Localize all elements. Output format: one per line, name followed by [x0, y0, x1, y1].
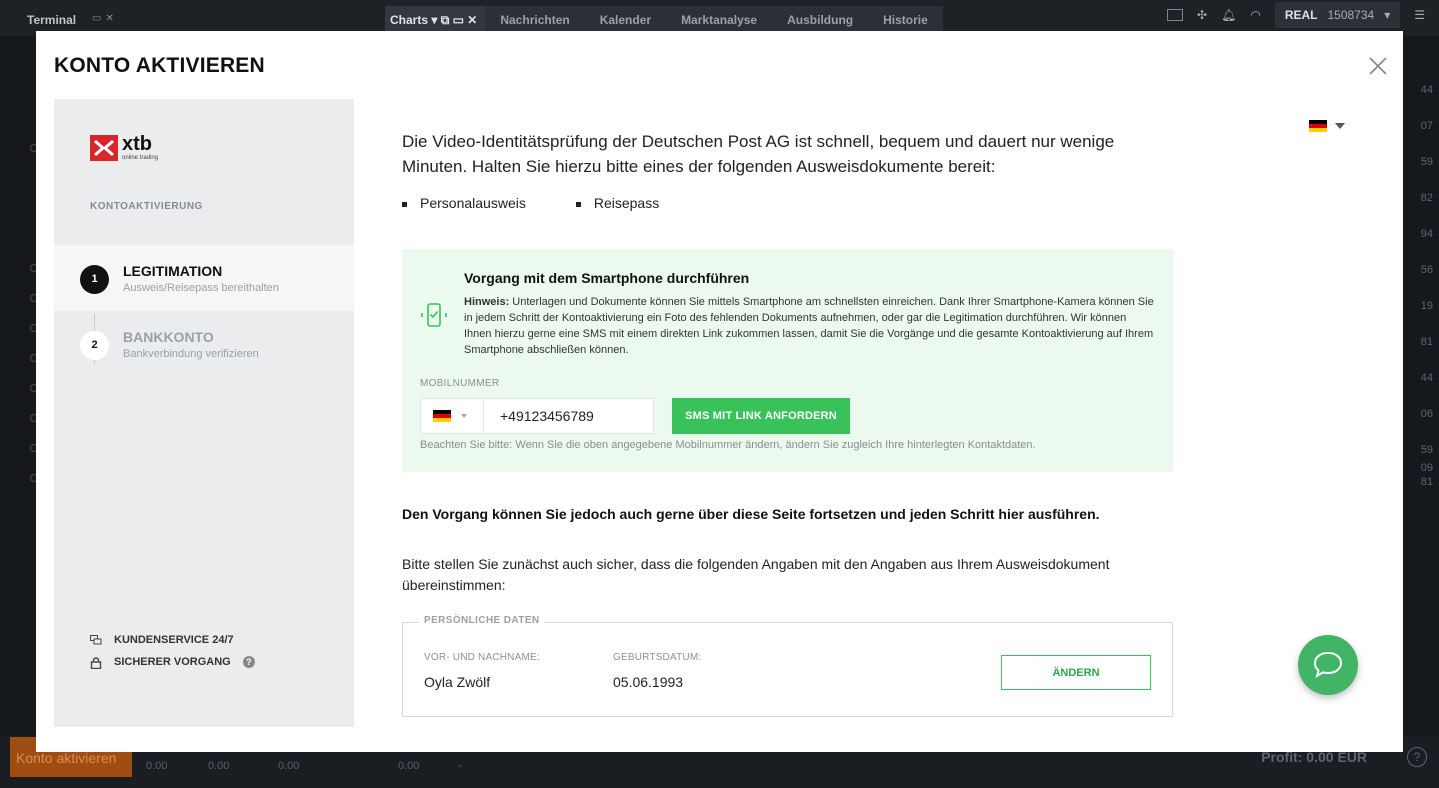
document-list: Personalausweis Reisepass — [402, 195, 659, 211]
continue-text: Den Vorgang können Sie jedoch auch gerne… — [402, 506, 1100, 522]
list-item: Reisepass — [575, 195, 659, 211]
step-subtitle: Bankverbindung verifizieren — [123, 348, 259, 360]
account-type: REAL — [1284, 8, 1318, 22]
step-number: 2 — [80, 331, 109, 360]
modal-title: KONTO AKTIVIEREN — [54, 54, 265, 77]
personal-data-legend: PERSÖNLICHE DATEN — [419, 615, 545, 626]
equity-value: 0.00 — [208, 760, 230, 772]
request-sms-button[interactable]: SMS MIT LINK ANFORDERN — [672, 398, 850, 434]
price-value: 44 — [1420, 84, 1433, 96]
chat-bubbles-icon — [90, 634, 102, 646]
customer-service-label: KUNDENSERVICE 24/7 — [114, 634, 234, 646]
smartphone-icon — [420, 301, 448, 329]
balance-value: 0.00 — [146, 760, 168, 772]
lock-icon — [90, 656, 102, 669]
price-value: 94 — [1420, 228, 1433, 240]
account-selector[interactable]: REAL 1508734 ▾ — [1274, 2, 1401, 28]
network-icon[interactable]: ✣ — [1197, 8, 1207, 22]
step-bankkonto[interactable]: 2 BANKKONTO Bankverbindung verifizieren — [54, 311, 354, 377]
close-icon[interactable] — [1369, 57, 1387, 75]
activation-sidebar: xtb online trading KONTOAKTIVIERUNG 1 LE… — [54, 99, 354, 727]
sidebar-caption: KONTOAKTIVIERUNG — [90, 201, 203, 212]
bell-icon[interactable]: 🔔︎ — [1221, 8, 1236, 22]
caret-down-icon — [461, 414, 467, 418]
ensure-text: Bitte stellen Sie zunächst auch sicher, … — [402, 556, 1110, 593]
personal-data-panel: PERSÖNLICHE DATEN VOR- UND NACHNAME: Oyl… — [402, 615, 1173, 717]
margin-level-value: - — [458, 760, 462, 772]
name-label: VOR- UND NACHNAME: — [424, 652, 540, 663]
language-selector[interactable] — [1309, 120, 1345, 132]
secure-process-label: SICHERER VORGANG — [114, 656, 231, 668]
terminal-right-panel: 44 07 59 82 94 56 19 81 44 06 59 09 81 — [1403, 36, 1439, 752]
price-value: 19 — [1420, 300, 1433, 312]
step-subtitle: Ausweis/Reisepass bereithalten — [123, 282, 279, 294]
terminal-tabs: Charts ▾ ⧉ ▭ ✕ Nachrichten Kalender Mark… — [385, 6, 943, 32]
price-value: 07 — [1420, 120, 1433, 132]
step-title: LEGITIMATION — [123, 263, 223, 279]
free-margin-value: 0.00 — [398, 760, 420, 772]
price-value: 06 — [1420, 408, 1433, 420]
german-flag-icon — [433, 410, 451, 422]
tab-nachrichten[interactable]: Nachrichten — [485, 6, 584, 32]
price-value: 56 — [1420, 264, 1433, 276]
account-number: 1508734 — [1327, 8, 1375, 22]
german-flag-icon — [1309, 120, 1327, 132]
country-code-select[interactable] — [420, 398, 484, 434]
price-value: 59 — [1420, 444, 1433, 456]
step-legitimation[interactable]: 1 LEGITIMATION Ausweis/Reisepass bereith… — [54, 245, 354, 311]
activation-modal: KONTO AKTIVIEREN xtb online trading KONT… — [36, 31, 1403, 752]
account-stats: 0.00 0.00 0.00 0.00 - — [146, 760, 462, 772]
smartphone-hint: Hinweis: Unterlagen und Dokumente können… — [464, 296, 1154, 356]
chat-bubble-icon — [1313, 651, 1343, 679]
dob-label: GEBURTSDATUM: — [613, 652, 702, 663]
customer-service-link[interactable]: KUNDENSERVICE 24/7 — [90, 634, 234, 646]
tab-marktanalyse[interactable]: Marktanalyse — [666, 6, 772, 32]
price-value: 81 — [1420, 476, 1433, 488]
wifi-icon: ◠ — [1250, 8, 1261, 22]
smartphone-panel: Vorgang mit dem Smartphone durchführen H… — [402, 249, 1173, 472]
dob-value: 05.06.1993 — [613, 674, 684, 690]
list-item: Personalausweis — [402, 195, 526, 211]
price-value: 81 — [1420, 336, 1433, 348]
price-value: 82 — [1420, 192, 1433, 204]
tab-ausbildung[interactable]: Ausbildung — [772, 6, 868, 32]
tab-kalender[interactable]: Kalender — [585, 6, 666, 32]
name-value: Oyla Zwölf — [424, 674, 491, 690]
step-title: BANKKONTO — [123, 329, 214, 345]
help-icon[interactable]: ? — [1407, 747, 1427, 767]
mobile-number-note: Beachten Sie bitte: Wenn Sie die oben an… — [420, 439, 1036, 451]
chevron-down-icon: ▾ — [1384, 8, 1391, 22]
terminal-window-icons[interactable]: ▭✕ — [92, 13, 118, 24]
price-value: 09 — [1420, 462, 1433, 474]
menu-icon[interactable]: ☰ — [1414, 8, 1425, 22]
caret-down-icon — [1335, 123, 1345, 129]
question-icon[interactable]: ? — [242, 656, 255, 668]
step-number: 1 — [80, 265, 109, 294]
smartphone-title: Vorgang mit dem Smartphone durchführen — [464, 270, 750, 286]
mobile-number-input[interactable] — [484, 398, 654, 434]
secure-process-info: SICHERER VORGANG ? — [90, 656, 255, 669]
margin-value: 0.00 — [278, 760, 300, 772]
tab-charts[interactable]: Charts ▾ ⧉ ▭ ✕ — [385, 6, 486, 32]
logo-mark-icon — [90, 135, 118, 161]
logo-text: xtb — [122, 133, 152, 155]
mobile-number-label: MOBILNUMMER — [420, 378, 500, 389]
logo-subtext: online trading — [122, 155, 159, 161]
tab-historie[interactable]: Historie — [868, 6, 943, 32]
xtb-logo: xtb online trading — [90, 133, 159, 161]
price-value: 59 — [1420, 156, 1433, 168]
layout-icon[interactable] — [1167, 9, 1184, 21]
edit-button[interactable]: ÄNDERN — [1001, 655, 1151, 690]
intro-text: Die Video-Identitätsprüfung der Deutsche… — [402, 132, 1115, 176]
price-value: 44 — [1420, 372, 1433, 384]
terminal-topbar-right: ✣ 🔔︎ ◠ REAL 1508734 ▾ ☰ — [1167, 0, 1439, 30]
live-chat-button[interactable] — [1298, 635, 1358, 695]
terminal-left-panel — [0, 36, 38, 752]
